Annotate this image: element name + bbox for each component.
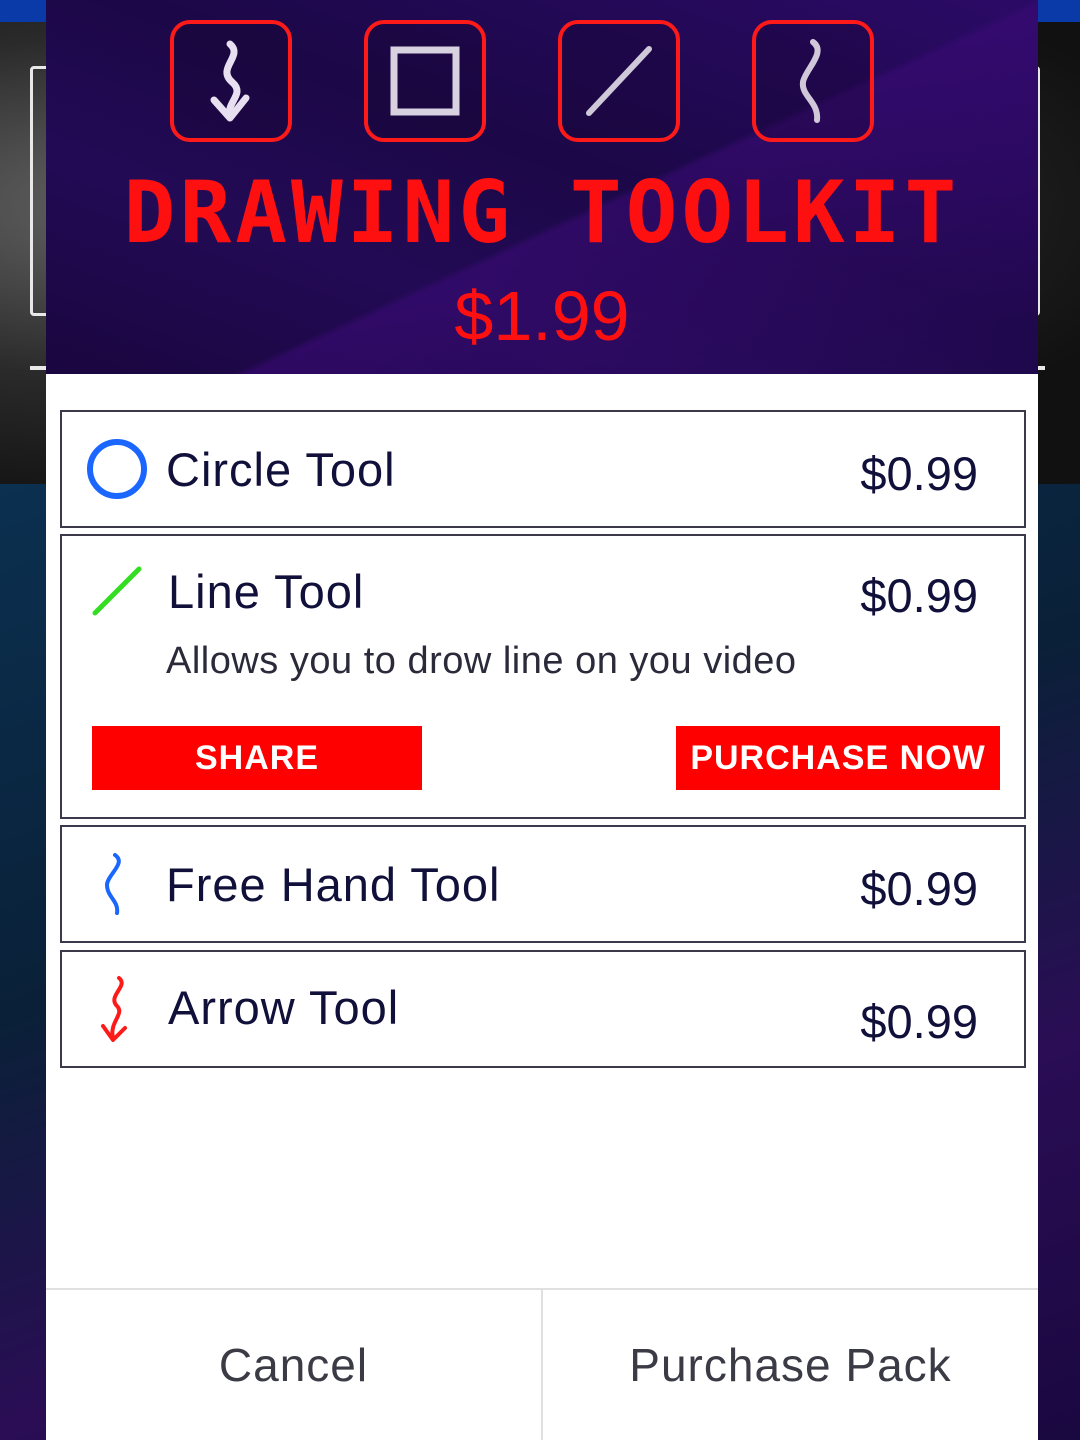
purchase-pack-button[interactable]: Purchase Pack [543,1290,1038,1440]
dialog-actions: Cancel Purchase Pack [46,1288,1038,1440]
tool-item-arrow[interactable]: Arrow Tool $0.99 [60,950,1026,1068]
tool-item-line[interactable]: Line Tool $0.99 Allows you to drow line … [60,534,1026,819]
freehand-icon [84,851,150,917]
purchase-dialog: DRAWING TOOLKIT $1.99 Circle Tool $0.99 … [46,0,1038,1440]
circle-icon [84,436,150,502]
toolkit-banner: DRAWING TOOLKIT $1.99 [46,0,1038,374]
tool-item-circle[interactable]: Circle Tool $0.99 [60,410,1026,528]
tool-price: $0.99 [860,447,978,500]
banner-title: DRAWING TOOLKIT [123,163,961,263]
tool-name: Free Hand Tool [166,858,501,911]
purchase-now-button[interactable]: PURCHASE NOW [676,726,1000,790]
square-icon [364,20,486,142]
cancel-button[interactable]: Cancel [46,1290,541,1440]
tool-name: Line Tool [168,565,365,618]
freehand-icon [752,20,874,142]
line-icon [558,20,680,142]
arrow-icon [170,20,292,142]
arrow-icon [84,976,150,1042]
tool-item-freehand[interactable]: Free Hand Tool $0.99 [60,825,1026,943]
tool-price: $0.99 [860,862,978,915]
tool-description: Allows you to drow line on you video [166,640,797,682]
banner-price: $1.99 [454,277,630,355]
tool-name: Circle Tool [166,443,396,496]
tool-price: $0.99 [860,569,978,622]
share-button[interactable]: SHARE [92,726,422,790]
banner-icon-row [170,20,874,142]
line-icon [84,558,150,624]
tool-price: $0.99 [860,995,978,1048]
tool-name: Arrow Tool [168,981,400,1034]
